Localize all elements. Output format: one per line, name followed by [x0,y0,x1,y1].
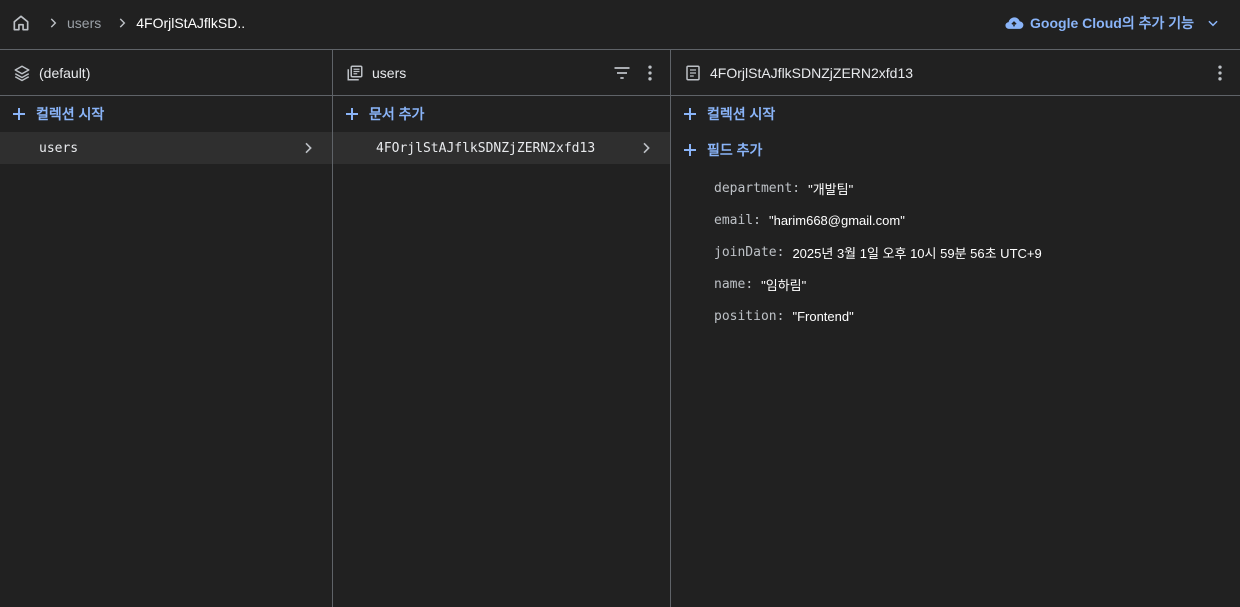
google-cloud-extensions-label: Google Cloud의 추가 기능 [1030,15,1194,31]
chevron-right-icon [42,12,64,34]
chevron-right-icon [636,138,656,158]
chevron-right-icon [298,138,318,158]
cloud-icon [1004,15,1024,31]
field-colon: : [776,244,785,260]
more-vert-icon[interactable] [1208,61,1232,85]
document-panel: 4FOrjlStAJflkSDNZjZERN2xfd13 컬렉션 시작 필드 추… [671,50,1240,607]
collection-item-users[interactable]: users [0,132,332,164]
plus-icon [12,107,26,121]
chevron-down-icon [1206,16,1220,30]
field-key: position [714,308,777,324]
more-vert-icon[interactable] [638,61,662,85]
field-key: email [714,212,754,228]
field-key: name [714,276,746,292]
field-value: 2025년 3월 1일 오후 10시 59분 56초 UTC+9 [792,245,1042,261]
root-panel: (default) 컬렉션 시작 users [0,50,333,607]
start-subcollection-label: 컬렉션 시작 [707,106,776,122]
plus-icon [683,107,697,121]
chevron-right-icon [111,12,133,34]
field-value: "Frontend" [792,308,854,324]
collection-item-label: users [39,140,79,156]
add-document-label: 문서 추가 [369,106,425,122]
root-panel-title: (default) [39,64,91,81]
field-colon: : [745,276,754,292]
home-icon[interactable] [10,12,32,34]
field-row-email[interactable]: email: "harim668@gmail.com" [714,204,1240,236]
document-item-label: 4FOrjlStAJflkSDNZjZERN2xfd13 [376,140,596,156]
collection-icon [345,63,365,83]
field-row-name[interactable]: name: "임하림" [714,268,1240,300]
start-collection-label: 컬렉션 시작 [36,106,105,122]
add-field-button[interactable]: 필드 추가 [671,132,1240,168]
collection-panel-actions [606,50,662,96]
collection-panel-header: users [333,50,670,96]
plus-icon [683,143,697,157]
field-value: "임하림" [761,277,807,293]
collection-panel: users 문서 추가 4FOrjlStAJflkSDNZjZERN2xfd13 [333,50,671,607]
breadcrumb-item-document[interactable]: 4FOrjlStAJflkSD.. [136,15,245,31]
document-panel-header: 4FOrjlStAJflkSDNZjZERN2xfd13 [671,50,1240,96]
collection-panel-title: users [372,64,407,81]
field-colon: : [792,180,801,196]
field-key: joinDate [714,244,777,260]
field-key: department [714,180,793,196]
field-colon: : [776,308,785,324]
top-bar: users 4FOrjlStAJflkSD.. Google Cloud의 추가… [0,0,1240,46]
field-row-joindate[interactable]: joinDate: 2025년 3월 1일 오후 10시 59분 56초 UTC… [714,236,1240,268]
document-panel-title: 4FOrjlStAJflkSDNZjZERN2xfd13 [710,64,914,81]
field-row-department[interactable]: department: "개발팀" [714,172,1240,204]
breadcrumb: users 4FOrjlStAJflkSD.. [0,0,245,46]
field-colon: : [753,212,761,228]
start-collection-button[interactable]: 컬렉션 시작 [0,96,332,132]
document-panel-actions [1204,50,1232,96]
google-cloud-extensions-button[interactable]: Google Cloud의 추가 기능 [1004,0,1220,46]
field-row-position[interactable]: position: "Frontend" [714,300,1240,332]
field-value: "개발팀" [808,181,854,197]
field-list: department: "개발팀" email: "harim668@gmail… [671,168,1240,332]
plus-icon [345,107,359,121]
field-value: "harim668@gmail.com" [768,212,905,228]
breadcrumb-item-users[interactable]: users [67,15,101,31]
root-panel-header: (default) [0,50,332,96]
start-subcollection-button[interactable]: 컬렉션 시작 [671,96,1240,132]
document-icon [683,63,703,83]
filter-icon[interactable] [610,61,634,85]
database-stack-icon [12,63,32,83]
add-document-button[interactable]: 문서 추가 [333,96,670,132]
add-field-label: 필드 추가 [707,142,763,158]
document-item[interactable]: 4FOrjlStAJflkSDNZjZERN2xfd13 [333,132,670,164]
